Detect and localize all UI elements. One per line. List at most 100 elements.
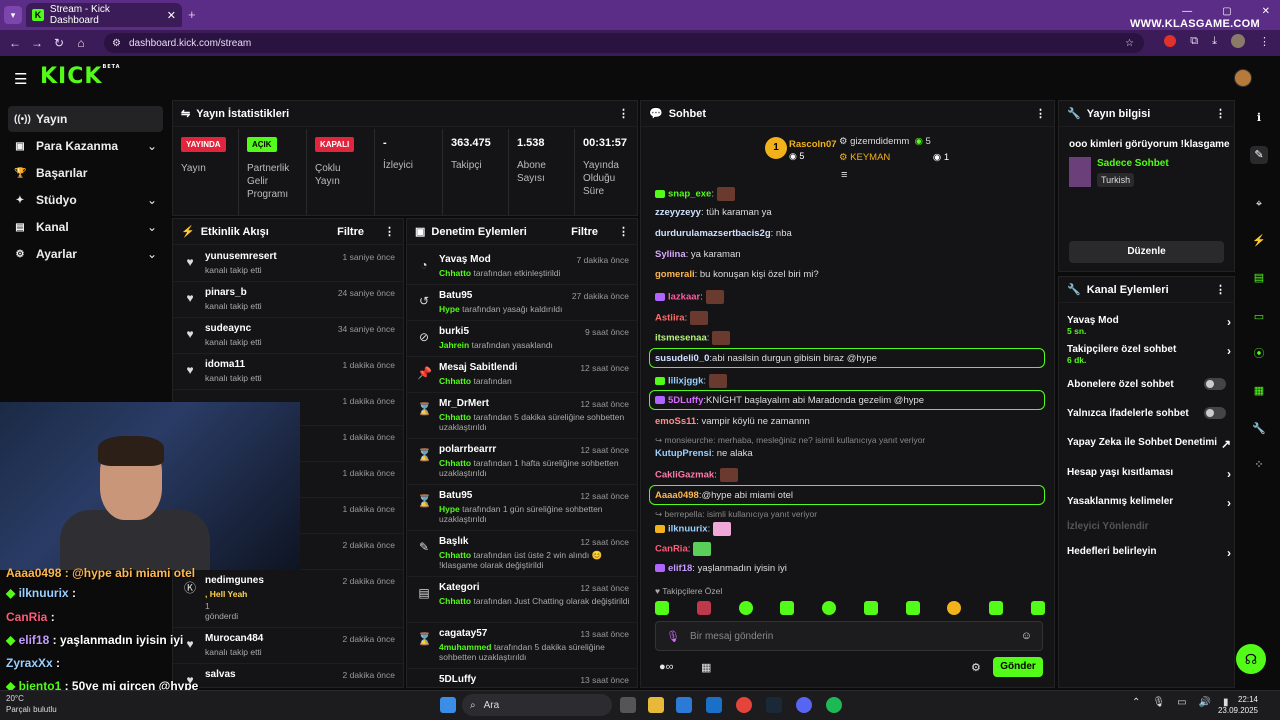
outlook-icon[interactable]: [706, 697, 722, 713]
chat-settings-icon[interactable]: ⚙: [971, 661, 981, 674]
emote-button[interactable]: [780, 601, 795, 615]
weather-widget[interactable]: 20°C Parçalı bulutlu: [6, 693, 57, 715]
kick-logo[interactable]: KICKBETA: [40, 64, 121, 89]
category-name[interactable]: Sadece Sohbet: [1097, 158, 1169, 169]
leader-count: ◉ 5: [789, 151, 805, 161]
send-button[interactable]: Gönder: [993, 657, 1043, 677]
sidebar-item-ayarlar[interactable]: ⚙ Ayarlar ⌄: [8, 241, 163, 267]
emote-button[interactable]: [989, 601, 1004, 615]
store-icon[interactable]: ▦: [701, 661, 711, 674]
leader-3[interactable]: ⚙ KEYMAN ◉ 1: [839, 152, 949, 163]
capture-icon[interactable]: ⌖: [1250, 195, 1268, 213]
sidebar-item-kanal[interactable]: ▤ Kanal ⌄: [8, 214, 163, 240]
emote-button[interactable]: [1030, 601, 1045, 615]
extensions-puzzle-icon[interactable]: ⧉: [1190, 35, 1198, 48]
more-options-icon[interactable]: ⋮: [618, 225, 629, 238]
edge-icon[interactable]: [676, 697, 692, 713]
more-options-icon[interactable]: ⋮: [1215, 283, 1226, 296]
browser-menu-icon[interactable]: ⋮: [1259, 35, 1270, 48]
edit-button[interactable]: Düzenle: [1069, 241, 1224, 263]
minimize-icon[interactable]: —: [1182, 6, 1192, 17]
taskbar-clock[interactable]: 22:14 23.09.2025: [1218, 694, 1258, 716]
extension-red-icon[interactable]: [1164, 35, 1177, 47]
spotify-icon[interactable]: [826, 697, 842, 713]
forward-icon[interactable]: →: [26, 36, 48, 50]
search-icon: ⌕: [470, 699, 476, 711]
volume-icon[interactable]: 🔊: [1199, 697, 1211, 708]
filter-button[interactable]: Filtre: [571, 226, 598, 238]
maximize-icon[interactable]: ▢: [1222, 6, 1231, 17]
close-tab-icon[interactable]: ✕: [167, 9, 176, 22]
leader-name[interactable]: Rascoln07: [789, 139, 837, 150]
browser-tab[interactable]: K Stream - Kick Dashboard ✕: [26, 3, 182, 27]
sidebar-item-studyo[interactable]: ✦ Stüdyo ⌄: [8, 187, 163, 213]
broadcast-icon[interactable]: ⦿: [1250, 345, 1268, 363]
chrome-icon[interactable]: [736, 697, 752, 713]
emote-button[interactable]: [738, 601, 753, 615]
chat-bubble-icon[interactable]: ▭: [1250, 308, 1268, 326]
more-options-icon[interactable]: ⋮: [618, 107, 629, 120]
back-icon[interactable]: ←: [4, 36, 26, 50]
sidebar-item-basarilar[interactable]: 🏆 Başarılar: [8, 160, 163, 186]
emote-button[interactable]: [696, 601, 711, 615]
download-icon[interactable]: ⤓: [1212, 35, 1217, 48]
emotes-only-toggle[interactable]: [1204, 407, 1226, 419]
close-window-icon[interactable]: ✕: [1262, 6, 1270, 17]
reload-icon[interactable]: ↻: [48, 36, 70, 50]
action-goals[interactable]: Hedefleri belirleyin ›: [1067, 546, 1231, 560]
site-info-icon[interactable]: ⚙: [112, 38, 121, 49]
emoji-icon[interactable]: ☺: [1021, 630, 1032, 642]
action-ai-moderation[interactable]: Yapay Zeka ile Sohbet Denetimi ↗: [1067, 437, 1231, 451]
layout-icon[interactable]: ▦: [1250, 382, 1268, 400]
hamburger-menu-icon[interactable]: ☰: [14, 70, 27, 88]
document-icon[interactable]: ▤: [1250, 269, 1268, 287]
user-avatar[interactable]: [1234, 69, 1252, 87]
network-icon[interactable]: ▭: [1177, 697, 1186, 708]
home-icon[interactable]: ⌂: [70, 36, 92, 50]
new-tab-button[interactable]: +: [188, 7, 196, 22]
microphone-icon[interactable]: 🎙: [1152, 697, 1165, 708]
action-account-age[interactable]: Hesap yaşı kısıtlaması ›: [1067, 467, 1231, 481]
support-headset-icon[interactable]: ☊: [1236, 644, 1266, 674]
emote-button[interactable]: [863, 601, 878, 615]
stream-title: ooo kimleri görüyorum !klasgame: [1069, 139, 1230, 150]
sidebar-item-para-kazanma[interactable]: ▣ Para Kazanma ⌄: [8, 133, 163, 159]
microphone-icon[interactable]: 🎙: [666, 630, 680, 643]
chevron-up-icon[interactable]: ⌃: [1132, 697, 1140, 708]
window-controls[interactable]: — ▢ ✕: [1182, 6, 1270, 17]
steam-icon[interactable]: [766, 697, 782, 713]
emote-button[interactable]: [905, 601, 920, 615]
file-explorer-icon[interactable]: [648, 697, 664, 713]
discord-icon[interactable]: [796, 697, 812, 713]
list-item: ⌛ Mr_DrMert Chhatto tarafından 5 dakika sü…: [407, 393, 637, 439]
chat-input[interactable]: 🎙 Bir mesaj gönderin ☺: [655, 621, 1043, 651]
action-banned-words[interactable]: Yasaklanmış kelimeler ›: [1067, 496, 1231, 510]
subscribers-only-toggle[interactable]: [1204, 378, 1226, 390]
apps-icon[interactable]: ⁘: [1250, 456, 1268, 474]
url-field[interactable]: ⚙ dashboard.kick.com/stream ☆: [104, 33, 1144, 53]
more-options-icon[interactable]: ⋮: [384, 225, 395, 238]
taskbar-search[interactable]: ⌕ Ara: [462, 694, 612, 716]
windows-start-icon[interactable]: [440, 697, 456, 713]
more-options-icon[interactable]: ⋮: [1035, 107, 1046, 120]
bookmark-star-icon[interactable]: ☆: [1125, 38, 1134, 49]
action-followers-only[interactable]: Takipçilere özel sohbet 6 dk. ›: [1067, 344, 1231, 365]
tool-icon[interactable]: 🔧: [1250, 420, 1268, 438]
emote-button[interactable]: [947, 601, 962, 615]
profile-avatar[interactable]: [1231, 34, 1245, 48]
channel-points-icon[interactable]: ●∞: [659, 661, 674, 673]
stat-partner: AÇIK Partnerlik Gelir Programı: [239, 129, 307, 215]
edit-icon[interactable]: ✎: [1250, 146, 1268, 164]
emote-button[interactable]: [655, 601, 669, 615]
task-view-icon[interactable]: [620, 697, 636, 713]
action-slow-mode[interactable]: Yavaş Mod 5 sn. ›: [1067, 315, 1231, 336]
expand-leaderboard-icon[interactable]: ≡: [841, 169, 847, 181]
flash-icon[interactable]: ⚡: [1250, 232, 1268, 250]
leader-2[interactable]: ⚙ gizemdidemm ◉ 5: [839, 136, 931, 147]
emote-button[interactable]: [822, 601, 837, 615]
filter-button[interactable]: Filtre: [337, 226, 364, 238]
sidebar-item-yayin[interactable]: ((•)) Yayın: [8, 106, 163, 132]
tab-menu-button[interactable]: ▾: [4, 6, 22, 24]
info-icon[interactable]: ℹ: [1250, 109, 1268, 127]
more-options-icon[interactable]: ⋮: [1215, 107, 1226, 120]
